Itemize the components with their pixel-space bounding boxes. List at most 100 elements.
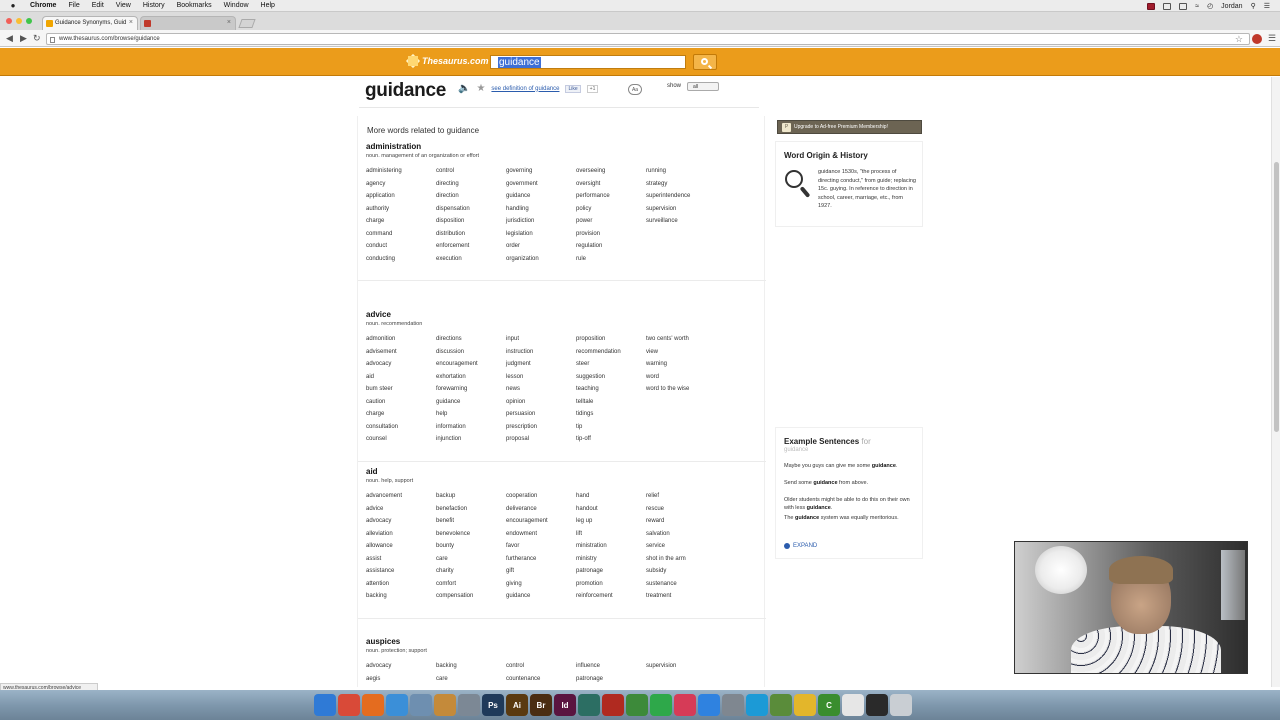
close-tab-icon[interactable]: ×: [129, 19, 133, 26]
speaker-icon[interactable]: 🔈: [458, 83, 470, 94]
related-word[interactable]: relief: [646, 493, 716, 506]
related-word[interactable]: dispensation: [436, 206, 506, 219]
related-word[interactable]: advocacy: [366, 663, 436, 676]
related-word[interactable]: steer: [576, 361, 646, 374]
facebook-like-button[interactable]: Like: [565, 84, 581, 93]
textwrangler-icon[interactable]: [626, 694, 648, 716]
related-word[interactable]: reinforcement: [576, 593, 646, 606]
related-word[interactable]: proposal: [506, 436, 576, 449]
related-word[interactable]: patronage: [576, 568, 646, 581]
related-word[interactable]: instruction: [506, 349, 576, 362]
related-word[interactable]: sustenance: [646, 581, 716, 594]
related-word[interactable]: telltale: [576, 399, 646, 412]
related-word[interactable]: attention: [366, 581, 436, 594]
related-word[interactable]: strategy: [646, 181, 716, 194]
section-title[interactable]: auspices: [366, 637, 400, 646]
related-word[interactable]: benefaction: [436, 506, 506, 519]
bookmark-star-icon[interactable]: ☆: [1235, 34, 1243, 45]
related-word[interactable]: cooperation: [506, 493, 576, 506]
related-word[interactable]: teaching: [576, 386, 646, 399]
related-word[interactable]: deliverance: [506, 506, 576, 519]
new-tab-button[interactable]: [238, 19, 256, 28]
upgrade-premium-button[interactable]: P Upgrade to Ad-free Premium Membership!: [777, 120, 922, 134]
related-word[interactable]: service: [646, 543, 716, 556]
related-word[interactable]: policy: [576, 206, 646, 219]
related-word[interactable]: two cents' worth: [646, 336, 716, 349]
related-word[interactable]: reward: [646, 518, 716, 531]
display-icon[interactable]: [1163, 2, 1172, 10]
related-word[interactable]: proposition: [576, 336, 646, 349]
related-word[interactable]: overseeing: [576, 168, 646, 181]
related-word[interactable]: aid: [366, 374, 436, 387]
menu-edit[interactable]: Edit: [92, 2, 104, 9]
related-word[interactable]: alleviation: [366, 531, 436, 544]
related-word[interactable]: ministration: [576, 543, 646, 556]
indesign-icon[interactable]: Id: [554, 694, 576, 716]
zoom-window-icon[interactable]: [26, 18, 32, 24]
chrome-menu-icon[interactable]: ☰: [1268, 33, 1276, 44]
apple-icon[interactable]: ●: [8, 1, 18, 10]
related-word[interactable]: shot in the arm: [646, 556, 716, 569]
related-word[interactable]: advancement: [366, 493, 436, 506]
tab-second[interactable]: ×: [140, 16, 236, 30]
related-word[interactable]: backing: [366, 593, 436, 606]
related-word[interactable]: bum steer: [366, 386, 436, 399]
transmit-icon[interactable]: [434, 694, 456, 716]
related-word[interactable]: counsel: [366, 436, 436, 449]
related-word[interactable]: word to the wise: [646, 386, 716, 399]
related-word[interactable]: government: [506, 181, 576, 194]
related-word[interactable]: exhortation: [436, 374, 506, 387]
related-word[interactable]: advice: [366, 506, 436, 519]
related-word[interactable]: command: [366, 231, 436, 244]
related-word[interactable]: tip-off: [576, 436, 646, 449]
related-word[interactable]: prescription: [506, 424, 576, 437]
font-size-button[interactable]: Aa: [628, 84, 642, 95]
menu-bookmarks[interactable]: Bookmarks: [177, 2, 212, 9]
related-word[interactable]: assist: [366, 556, 436, 569]
related-word[interactable]: encouragement: [506, 518, 576, 531]
section-title[interactable]: aid: [366, 467, 378, 476]
tab-guidance[interactable]: Guidance Synonyms, Guid ×: [42, 16, 138, 30]
section-title[interactable]: administration: [366, 142, 421, 151]
dreamweaver-icon[interactable]: [578, 694, 600, 716]
see-definition-link[interactable]: see definition of guidance: [491, 86, 559, 92]
related-word[interactable]: subsidy: [646, 568, 716, 581]
related-word[interactable]: agency: [366, 181, 436, 194]
terminal-icon[interactable]: [866, 694, 888, 716]
related-word[interactable]: admonition: [366, 336, 436, 349]
related-word[interactable]: aegis: [366, 676, 436, 688]
related-word[interactable]: handling: [506, 206, 576, 219]
thesaurus-logo[interactable]: Thesaurus.com: [406, 54, 489, 68]
itunes-icon[interactable]: [674, 694, 696, 716]
related-word[interactable]: power: [576, 218, 646, 231]
related-word[interactable]: authority: [366, 206, 436, 219]
address-bar[interactable]: www.thesaurus.com/browse/guidance ☆: [46, 33, 1250, 45]
time-machine-icon[interactable]: ◴: [1207, 2, 1213, 10]
related-word[interactable]: application: [366, 193, 436, 206]
related-word[interactable]: comfort: [436, 581, 506, 594]
forward-icon[interactable]: ▶: [20, 33, 27, 44]
related-word[interactable]: organization: [506, 256, 576, 269]
related-word[interactable]: surveillance: [646, 218, 716, 231]
related-word[interactable]: favor: [506, 543, 576, 556]
related-word[interactable]: advocacy: [366, 518, 436, 531]
related-word[interactable]: tidings: [576, 411, 646, 424]
spotlight-icon[interactable]: ⚲: [1251, 2, 1256, 10]
chrome-icon[interactable]: [338, 694, 360, 716]
related-word[interactable]: lift: [576, 531, 646, 544]
related-word[interactable]: information: [436, 424, 506, 437]
related-word[interactable]: control: [436, 168, 506, 181]
related-word[interactable]: regulation: [576, 243, 646, 256]
related-word[interactable]: injunction: [436, 436, 506, 449]
photoshop-icon[interactable]: Ps: [482, 694, 504, 716]
adium-icon[interactable]: [794, 694, 816, 716]
related-word[interactable]: charity: [436, 568, 506, 581]
related-word[interactable]: disposition: [436, 218, 506, 231]
related-word[interactable]: backing: [436, 663, 506, 676]
related-word[interactable]: rule: [576, 256, 646, 269]
wifi-icon[interactable]: ≈: [1195, 3, 1199, 10]
back-icon[interactable]: ◀: [6, 33, 13, 44]
related-word[interactable]: supervision: [646, 206, 716, 219]
related-word[interactable]: word: [646, 374, 716, 387]
related-word[interactable]: direction: [436, 193, 506, 206]
